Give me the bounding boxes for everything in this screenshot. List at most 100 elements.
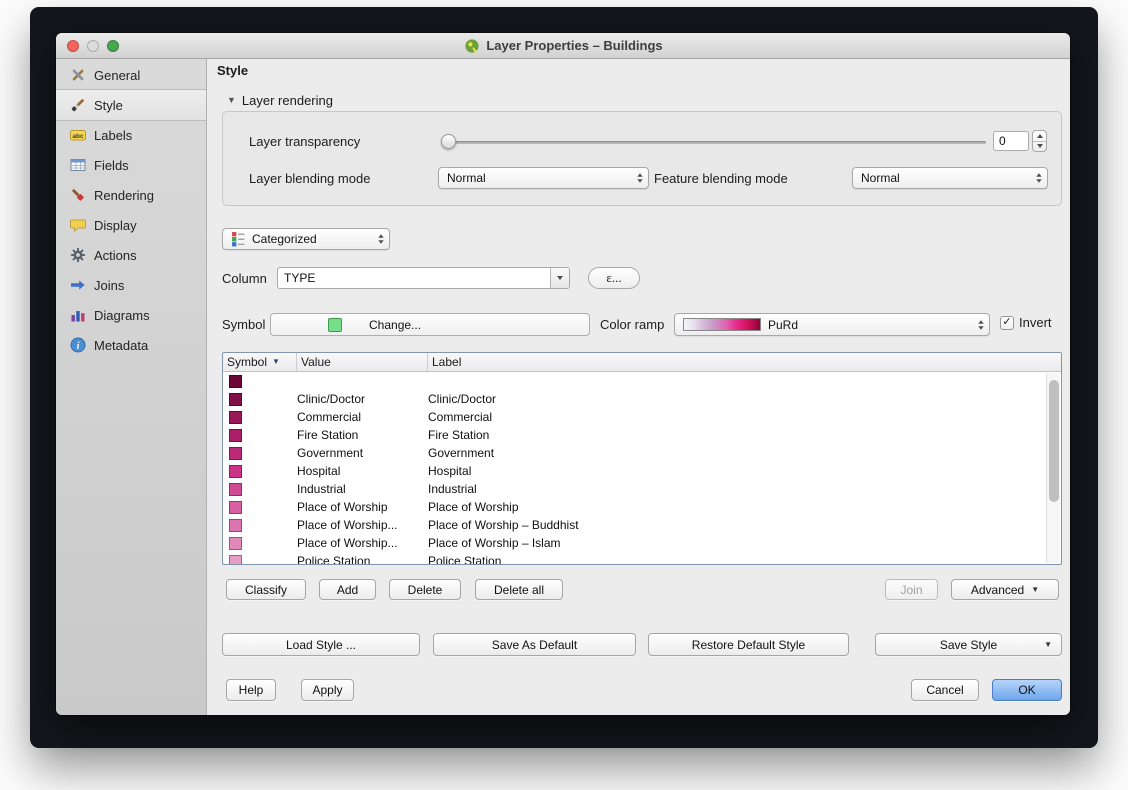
table-row[interactable]: CommercialCommercial (223, 408, 1061, 426)
ok-button[interactable]: OK (992, 679, 1062, 701)
transparency-value-field[interactable]: 0 (993, 131, 1029, 151)
load-style-button[interactable]: Load Style ... (222, 633, 420, 656)
category-color-swatch[interactable] (229, 537, 242, 550)
column-header-symbol[interactable]: Symbol ▼ (223, 353, 297, 371)
help-button[interactable]: Help (226, 679, 276, 701)
category-symbol-cell (223, 519, 297, 532)
transparency-stepper[interactable] (1032, 130, 1047, 152)
table-row[interactable]: Clinic/DoctorClinic/Doctor (223, 390, 1061, 408)
sidebar-item-labels[interactable]: abc Labels (56, 120, 206, 150)
table-row[interactable] (223, 372, 1061, 390)
table-row[interactable]: Police StationPolice Station (223, 552, 1061, 565)
abc-label-icon: abc (69, 127, 86, 144)
renderer-type-select[interactable]: Categorized (222, 228, 390, 250)
category-color-swatch[interactable] (229, 375, 242, 388)
category-symbol-cell (223, 501, 297, 514)
table-scrollbar-thumb[interactable] (1049, 380, 1059, 502)
sidebar-item-diagrams[interactable]: Diagrams (56, 300, 206, 330)
invert-control[interactable]: ✓ Invert (1000, 315, 1052, 330)
color-ramp-value: PuRd (768, 318, 972, 332)
color-ramp-select[interactable]: PuRd (674, 313, 990, 336)
add-button[interactable]: Add (319, 579, 376, 600)
sidebar-item-actions[interactable]: Actions (56, 240, 206, 270)
category-symbol-cell (223, 537, 297, 550)
table-row[interactable]: IndustrialIndustrial (223, 480, 1061, 498)
expression-builder-button[interactable]: ε... (588, 267, 640, 289)
table-row[interactable]: GovernmentGovernment (223, 444, 1061, 462)
sidebar-item-display[interactable]: Display (56, 210, 206, 240)
join-arrow-icon (69, 277, 86, 294)
category-color-swatch[interactable] (229, 483, 242, 496)
color-ramp-preview (683, 318, 761, 331)
restore-default-style-button[interactable]: Restore Default Style (648, 633, 849, 656)
transparency-slider[interactable] (441, 134, 986, 150)
dialog-content: General Style abc Labels Fields (56, 59, 1070, 715)
column-value[interactable]: TYPE (278, 268, 550, 288)
slider-track[interactable] (441, 141, 986, 144)
sidebar-item-style[interactable]: Style (56, 90, 206, 120)
dropdown-arrow-icon: ▼ (1031, 586, 1039, 594)
cancel-button[interactable]: Cancel (911, 679, 979, 701)
table-row[interactable]: Fire StationFire Station (223, 426, 1061, 444)
combo-dropdown-button[interactable] (550, 268, 569, 288)
invert-label: Invert (1019, 315, 1052, 330)
sidebar-item-rendering[interactable]: Rendering (56, 180, 206, 210)
sidebar-item-label: Diagrams (94, 308, 150, 323)
apply-button[interactable]: Apply (301, 679, 354, 701)
stepper-up-icon[interactable] (1033, 131, 1046, 142)
invert-checkbox[interactable]: ✓ (1000, 316, 1014, 330)
gear-icon (69, 247, 86, 264)
renderer-type-value: Categorized (252, 232, 372, 246)
category-color-swatch[interactable] (229, 501, 242, 514)
classes-table[interactable]: Symbol ▼ Value Label Clinic/DoctorClinic… (222, 352, 1062, 565)
symbol-change-button[interactable]: Change... (270, 313, 590, 336)
category-color-swatch[interactable] (229, 411, 242, 424)
category-value: Government (297, 446, 428, 460)
table-row[interactable]: Place of WorshipPlace of Worship (223, 498, 1061, 516)
category-symbol-cell (223, 375, 297, 388)
feature-blending-label: Feature blending mode (654, 171, 788, 186)
join-button[interactable]: Join (885, 579, 938, 600)
category-label: Hospital (428, 464, 1061, 478)
column-header-value[interactable]: Value (297, 353, 428, 371)
save-as-default-button[interactable]: Save As Default (433, 633, 636, 656)
class-table-body[interactable]: Clinic/DoctorClinic/DoctorCommercialComm… (223, 372, 1061, 565)
layer-rendering-label: Layer rendering (242, 93, 333, 108)
disclosure-triangle-icon[interactable]: ▼ (227, 96, 236, 105)
delete-button[interactable]: Delete (389, 579, 461, 600)
column-select[interactable]: TYPE (277, 267, 570, 289)
sidebar-item-fields[interactable]: Fields (56, 150, 206, 180)
sidebar-item-general[interactable]: General (56, 60, 206, 90)
layer-rendering-header[interactable]: ▼ Layer rendering (227, 93, 333, 108)
category-color-swatch[interactable] (229, 519, 242, 532)
stepper-down-icon[interactable] (1033, 142, 1046, 152)
layer-blending-select[interactable]: Normal (438, 167, 649, 189)
tools-icon (69, 67, 86, 84)
category-color-swatch[interactable] (229, 447, 242, 460)
column-header-label-col[interactable]: Label (428, 353, 1061, 371)
close-button[interactable] (67, 40, 79, 52)
layer-properties-window: Layer Properties – Buildings General Sty… (56, 33, 1070, 715)
speech-bubble-icon (69, 217, 86, 234)
minimize-button[interactable] (87, 40, 99, 52)
save-style-button[interactable]: Save Style ▼ (875, 633, 1062, 656)
sidebar-item-joins[interactable]: Joins (56, 270, 206, 300)
feature-blending-select[interactable]: Normal (852, 167, 1048, 189)
category-value: Place of Worship... (297, 536, 428, 550)
category-label: Police Station (428, 554, 1061, 565)
category-color-swatch[interactable] (229, 465, 242, 478)
category-color-swatch[interactable] (229, 393, 242, 406)
category-color-swatch[interactable] (229, 429, 242, 442)
zoom-button[interactable] (107, 40, 119, 52)
category-color-swatch[interactable] (229, 555, 242, 566)
table-row[interactable]: HospitalHospital (223, 462, 1061, 480)
category-symbol-cell (223, 555, 297, 566)
delete-all-button[interactable]: Delete all (475, 579, 563, 600)
table-row[interactable]: Place of Worship...Place of Worship – Is… (223, 534, 1061, 552)
advanced-button[interactable]: Advanced ▼ (951, 579, 1059, 600)
slider-knob[interactable] (441, 134, 456, 149)
sidebar-item-metadata[interactable]: i Metadata (56, 330, 206, 360)
table-row[interactable]: Place of Worship...Place of Worship – Bu… (223, 516, 1061, 534)
table-scrollbar[interactable] (1046, 373, 1060, 563)
classify-button[interactable]: Classify (226, 579, 306, 600)
